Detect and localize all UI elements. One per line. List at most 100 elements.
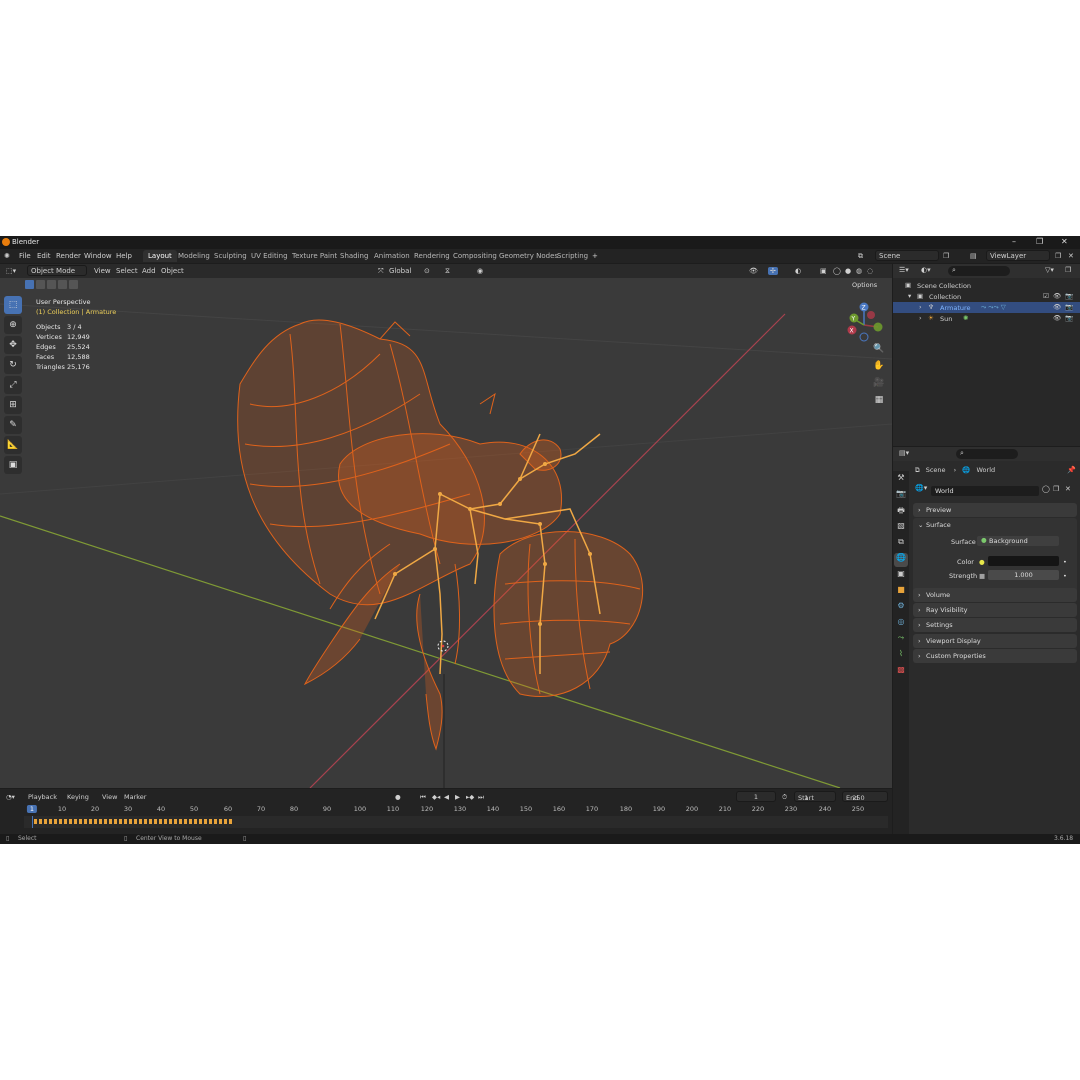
menu-select[interactable]: Select [116, 267, 138, 275]
close-icon[interactable]: ✕ [1061, 237, 1068, 246]
overlay-toggle-icon[interactable]: ◐ [795, 267, 801, 275]
select-extend-icon[interactable] [36, 280, 45, 289]
properties-search-input[interactable] [956, 449, 1018, 459]
play-reverse-icon[interactable]: ◀ [444, 793, 449, 801]
xray-toggle-icon[interactable]: ▣ [820, 267, 827, 275]
scale-tool-icon[interactable]: ⤢ [4, 376, 22, 394]
jump-end-icon[interactable]: ⏭ [478, 793, 484, 802]
navigation-gizmo[interactable]: Z Y X [840, 299, 888, 347]
jump-start-icon[interactable]: ⏮ [420, 793, 426, 802]
strength-socket-icon[interactable]: ■ [979, 572, 985, 580]
timeline-editor-type-icon[interactable]: ◔▾ [6, 793, 15, 801]
playhead-marker[interactable]: 1 [26, 805, 38, 813]
expand-arrow-icon[interactable]: ▾ [908, 292, 911, 300]
panel-viewport-display[interactable]: › Viewport Display [913, 634, 1077, 648]
material-shading-icon[interactable]: ◍ [856, 267, 862, 275]
eye-icon[interactable]: 👁 [1053, 303, 1061, 311]
snap-icon[interactable]: ⧖ [445, 267, 450, 276]
select-intersect-icon[interactable] [69, 280, 78, 289]
armature-data-icon[interactable]: ⤳ ⤳⤳ ▽ [981, 303, 1006, 312]
pin-icon[interactable]: 📌 [1067, 466, 1076, 474]
render-camera-icon[interactable]: 📷 [1065, 314, 1073, 322]
render-tab-icon[interactable]: 📷 [894, 489, 908, 503]
add-cube-tool-icon[interactable]: ▣ [4, 456, 22, 474]
panel-preview[interactable]: › Preview [913, 503, 1077, 517]
surface-shader-selector[interactable]: ● Background [977, 536, 1059, 546]
outliner-editor-type-icon[interactable]: ☰▾ [899, 266, 909, 274]
next-keyframe-icon[interactable]: ▸◆ [466, 793, 474, 801]
outliner-search-input[interactable] [948, 266, 1010, 276]
3d-cursor-icon[interactable] [437, 640, 449, 652]
tab-layout[interactable]: Layout [143, 250, 177, 262]
physics-tab-icon[interactable]: ◎ [894, 617, 908, 631]
world-browse-icon[interactable]: 🌐▾ [915, 484, 927, 492]
sun-data-icon[interactable]: ✺ [963, 314, 968, 322]
keyframe-dot-icon[interactable]: • [1063, 558, 1067, 566]
menu-add[interactable]: Add [142, 267, 156, 275]
expand-arrow-icon[interactable]: › [919, 314, 922, 322]
tab-texture-paint[interactable]: Texture Paint [287, 250, 342, 262]
panel-ray-visibility[interactable]: › Ray Visibility [913, 603, 1077, 617]
end-frame-field[interactable]: End 250 [842, 791, 888, 802]
select-invert-icon[interactable] [58, 280, 67, 289]
select-box-icon[interactable]: ⬚ [4, 296, 22, 314]
outliner-row-collection[interactable]: ▾ ▣ Collection ☑ 👁 📷 [893, 291, 1080, 302]
scene-tab-icon[interactable]: ⧉ [894, 537, 908, 551]
record-icon[interactable]: ● [395, 793, 401, 801]
world-name-field[interactable]: World [931, 486, 1039, 496]
view-layer-tab-icon[interactable]: ▧ [894, 521, 908, 535]
menu-window[interactable]: Window [84, 252, 112, 260]
panel-custom-properties[interactable]: › Custom Properties [913, 649, 1077, 663]
new-collection-icon[interactable]: ❐ [1065, 266, 1071, 274]
render-camera-icon[interactable]: 📷 [1065, 292, 1073, 300]
proportional-edit-icon[interactable]: ◉ [477, 267, 483, 275]
select-subtract-icon[interactable] [47, 280, 56, 289]
tab-uv-editing[interactable]: UV Editing [246, 250, 293, 262]
menu-help[interactable]: Help [116, 252, 132, 260]
gizmo-toggle-icon[interactable]: ✢ [768, 267, 778, 275]
frame-ruler[interactable]: 1 10 20 30 40 50 60 70 80 90 100 110 120… [24, 805, 888, 815]
eye-icon[interactable]: 👁 [1053, 314, 1061, 322]
rendered-shading-icon[interactable]: ◌ [867, 267, 873, 275]
tool-tab-icon[interactable]: ⚒ [894, 473, 908, 487]
clock-icon[interactable]: ⏱ [782, 793, 787, 802]
menu-keying[interactable]: Keying [67, 793, 89, 801]
minimize-icon[interactable]: – [1012, 237, 1016, 246]
outliner-row-sun[interactable]: › ☀ Sun ✺ 👁 📷 [893, 313, 1080, 324]
blender-menu-icon[interactable]: ✺ [4, 252, 10, 260]
keyframe-track[interactable] [24, 816, 888, 828]
pan-hand-icon[interactable]: ✋ [872, 361, 886, 375]
exclude-checkbox-icon[interactable]: ☑ [1043, 292, 1049, 300]
filter-icon[interactable]: ▽▾ [1045, 266, 1054, 274]
menu-object[interactable]: Object [161, 267, 184, 275]
wireframe-shading-icon[interactable]: ◯ [833, 267, 841, 275]
data-tab-icon[interactable]: ⌇ [894, 649, 908, 663]
outliner-row-armature[interactable]: › ♆ Armature ⤳ ⤳⤳ ▽ 👁 📷 [893, 302, 1080, 313]
outliner-row-scene-collection[interactable]: ▣ Scene Collection [893, 280, 1080, 291]
camera-view-icon[interactable]: 🎥 [872, 378, 886, 392]
render-camera-icon[interactable]: 📷 [1065, 303, 1073, 311]
texture-tab-icon[interactable]: ▩ [894, 665, 908, 679]
tab-scripting[interactable]: Scripting [552, 250, 593, 262]
menu-edit[interactable]: Edit [37, 252, 51, 260]
scene-icon[interactable]: ⧉ [858, 252, 863, 261]
select-new-icon[interactable] [25, 280, 34, 289]
measure-tool-icon[interactable]: 📐 [4, 436, 22, 454]
cursor-tool-icon[interactable]: ⊕ [4, 316, 22, 334]
options-button[interactable]: Options [852, 281, 877, 289]
current-frame-field[interactable]: 1 [736, 791, 776, 802]
rotate-tool-icon[interactable]: ↻ [4, 356, 22, 374]
scene-selector[interactable]: Scene [875, 250, 939, 261]
remove-viewlayer-icon[interactable]: ✕ [1068, 252, 1074, 260]
duplicate-icon[interactable]: ❐ [1053, 485, 1059, 493]
world-tab-icon[interactable]: 🌐 [894, 553, 908, 567]
properties-editor-type-icon[interactable]: ▤▾ [899, 449, 909, 457]
viewlayer-icon[interactable]: ▤ [970, 252, 977, 260]
zoom-icon[interactable]: 🔍 [872, 344, 886, 358]
annotate-tool-icon[interactable]: ✎ [4, 416, 22, 434]
eye-icon[interactable]: 👁 [1053, 292, 1061, 300]
tab-animation[interactable]: Animation [369, 250, 415, 262]
mode-selector[interactable]: Object Mode [27, 265, 87, 276]
menu-file[interactable]: File [19, 252, 31, 260]
maximize-icon[interactable]: ❐ [1036, 237, 1043, 246]
